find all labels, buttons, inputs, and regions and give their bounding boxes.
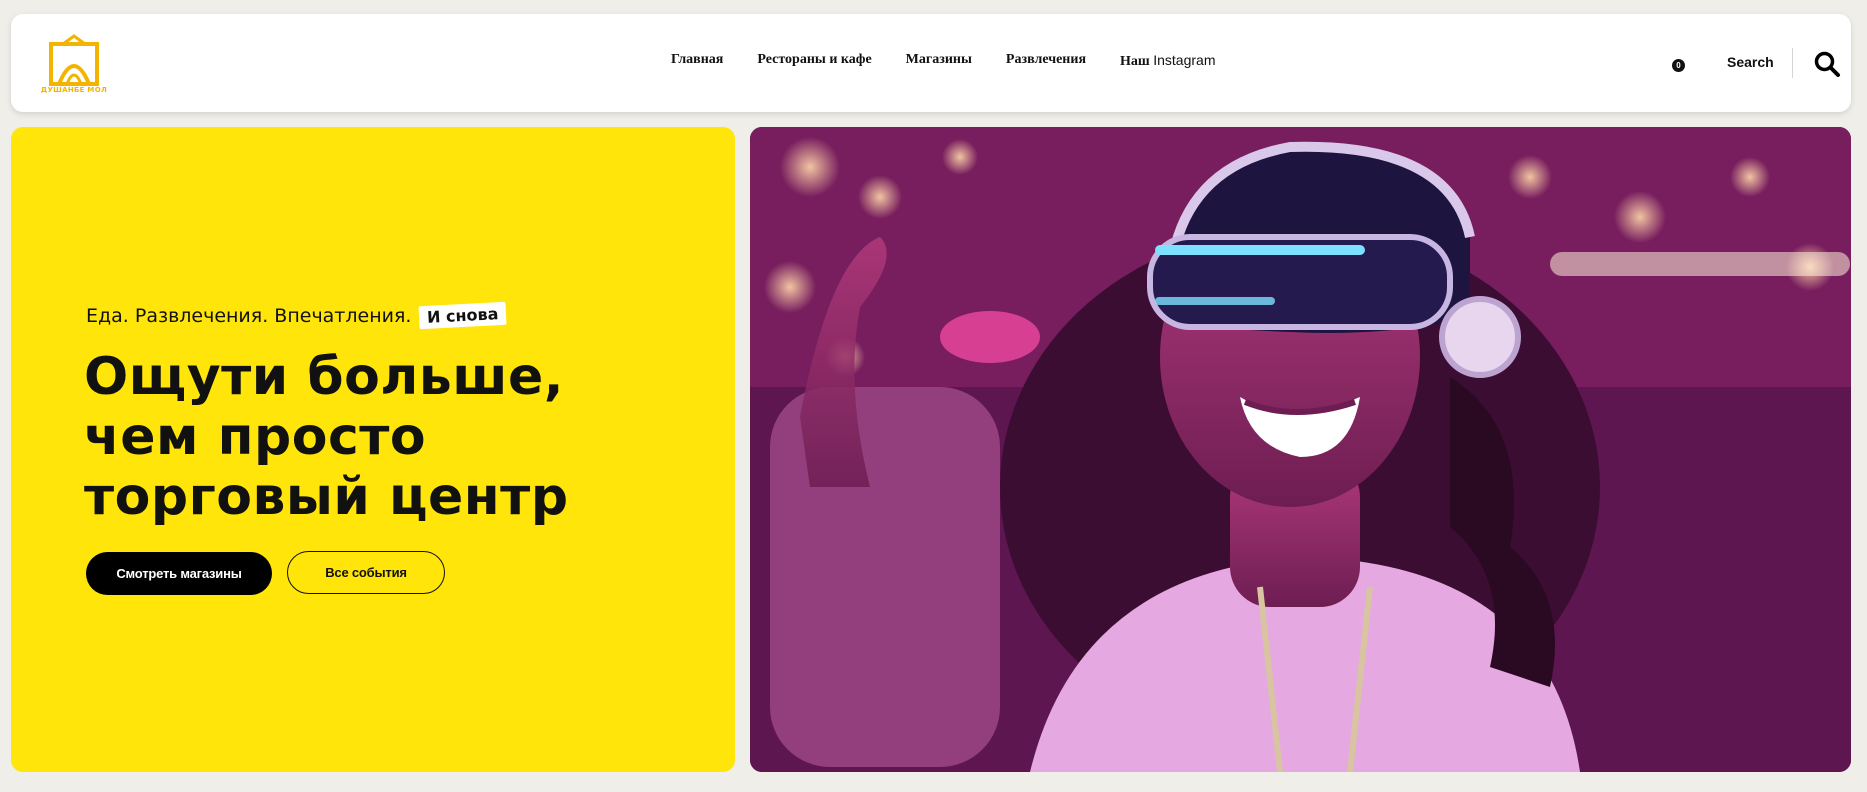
hero-text-panel: Еда. Развлечения. Впечатления. И снова О… xyxy=(11,127,735,772)
logo[interactable]: ДУШАНБЕ МОЛ xyxy=(39,34,109,98)
view-shops-button[interactable]: Смотреть магазины xyxy=(86,552,272,595)
nav-instagram-prefix: Наш xyxy=(1120,54,1150,69)
search-icon[interactable] xyxy=(1813,50,1841,78)
nav-item-entertainment[interactable]: Развлечения xyxy=(1006,52,1086,70)
hero-headline: Ощути больше, чем просто торговый центр xyxy=(84,347,724,527)
hero-tag-pill: И снова xyxy=(418,301,508,330)
all-events-button[interactable]: Все события xyxy=(287,551,445,594)
search-label[interactable]: Search xyxy=(1727,54,1774,70)
nav-instagram-word: Instagram xyxy=(1153,52,1216,68)
hero-headline-line: торговый центр xyxy=(84,467,569,527)
header-divider xyxy=(1792,48,1793,78)
nav-item-instagram[interactable]: Наш Instagram xyxy=(1120,52,1215,70)
site-header: ДУШАНБЕ МОЛ Главная Рестораны и кафе Маг… xyxy=(11,14,1851,112)
hero-vr-photo xyxy=(750,127,1851,772)
nav-item-home[interactable]: Главная xyxy=(671,52,723,70)
shopping-bag-logo-icon xyxy=(49,34,99,86)
main-nav: Главная Рестораны и кафе Магазины Развле… xyxy=(671,52,1215,70)
hero-headline-line: Ощути больше, xyxy=(84,347,565,407)
vr-photo-illustration xyxy=(750,127,1851,772)
hero-tagline-text: Еда. Развлечения. Впечатления. xyxy=(86,304,412,327)
cart-count-badge[interactable]: 0 xyxy=(1672,59,1685,72)
logo-text: ДУШАНБЕ МОЛ xyxy=(40,86,108,94)
hero-headline-line: чем просто xyxy=(84,407,427,467)
hero-tagline: Еда. Развлечения. Впечатления. И снова xyxy=(86,301,508,330)
nav-item-shops[interactable]: Магазины xyxy=(906,52,972,70)
nav-item-restaurants[interactable]: Рестораны и кафе xyxy=(757,52,871,70)
